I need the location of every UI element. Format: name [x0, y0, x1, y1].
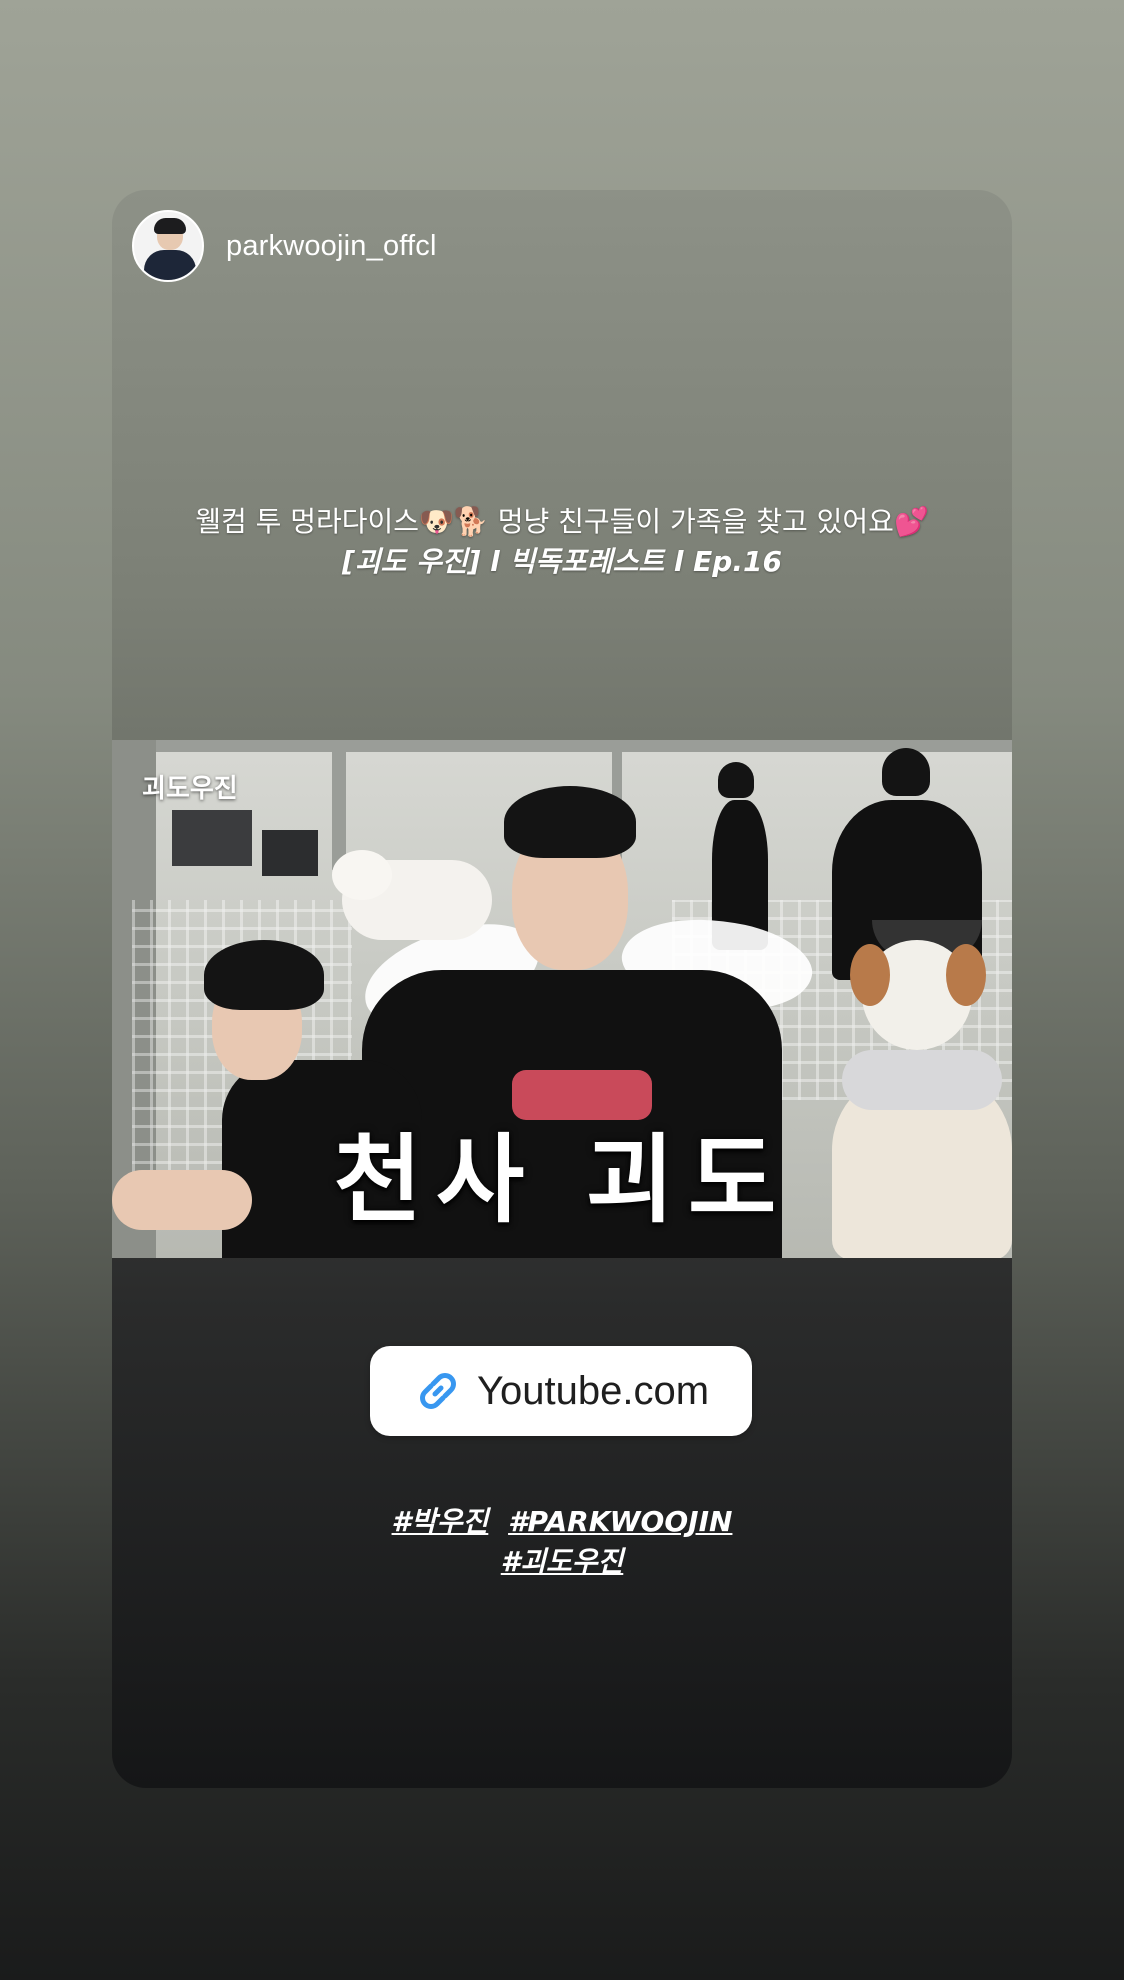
- background-person-hair: [882, 748, 930, 796]
- link-icon: [420, 1373, 456, 1409]
- thumbnail-title: 천사 괴도: [333, 1123, 791, 1236]
- avatar-hair: [154, 218, 186, 234]
- brown-white-dog-ear: [850, 944, 890, 1006]
- caption-line-2: [괴도 우진] l 빅독포레스트 l Ep.16: [342, 545, 782, 578]
- monitor-screen: [172, 810, 252, 866]
- username[interactable]: parkwoojin_offcl: [226, 230, 437, 263]
- main-person-hair: [504, 786, 636, 858]
- caption-line-1: 웰컴 투 멍라다이스🐶🐕 멍냥 친구들이 가족을 찾고 있어요💕: [195, 505, 929, 538]
- ceiling-beam: [112, 740, 1012, 752]
- hashtag-goedo-woojin[interactable]: #괴도우진: [501, 1545, 624, 1578]
- background-person-hair: [718, 762, 754, 798]
- link-sticker[interactable]: Youtube.com: [370, 1346, 752, 1436]
- link-label: Youtube.com: [476, 1368, 710, 1413]
- story-header: parkwoojin_offcl: [132, 210, 437, 282]
- dog-bonnet: [842, 1050, 1002, 1110]
- ceiling-pillar: [332, 740, 346, 870]
- monitor-screen: [262, 830, 318, 876]
- avatar-body: [144, 250, 196, 280]
- channel-logo: 괴도우진: [142, 774, 238, 804]
- hashtag-parkwoojin[interactable]: #PARKWOOJIN: [508, 1505, 732, 1538]
- hashtags: #박우진 #PARKWOOJIN #괴도우진: [112, 1502, 1012, 1582]
- hashtag-row-1: #박우진 #PARKWOOJIN: [112, 1502, 1012, 1542]
- avatar[interactable]: [132, 210, 204, 282]
- story-card: parkwoojin_offcl 웰컴 투 멍라다이스🐶🐕 멍냥 친구들이 가족…: [112, 190, 1012, 1788]
- video-thumbnail[interactable]: 괴도우진 천사 괴도: [112, 740, 1012, 1258]
- hashtag-parkwoojin-korean[interactable]: #박우진: [392, 1505, 489, 1538]
- left-person-hair: [204, 940, 324, 1010]
- story-caption: 웰컴 투 멍라다이스🐶🐕 멍냥 친구들이 가족을 찾고 있어요💕 [괴도 우진]…: [112, 502, 1012, 582]
- brown-white-dog-ear: [946, 944, 986, 1006]
- hashtag-row-2: #괴도우진: [112, 1542, 1012, 1582]
- white-dog-head: [332, 850, 392, 900]
